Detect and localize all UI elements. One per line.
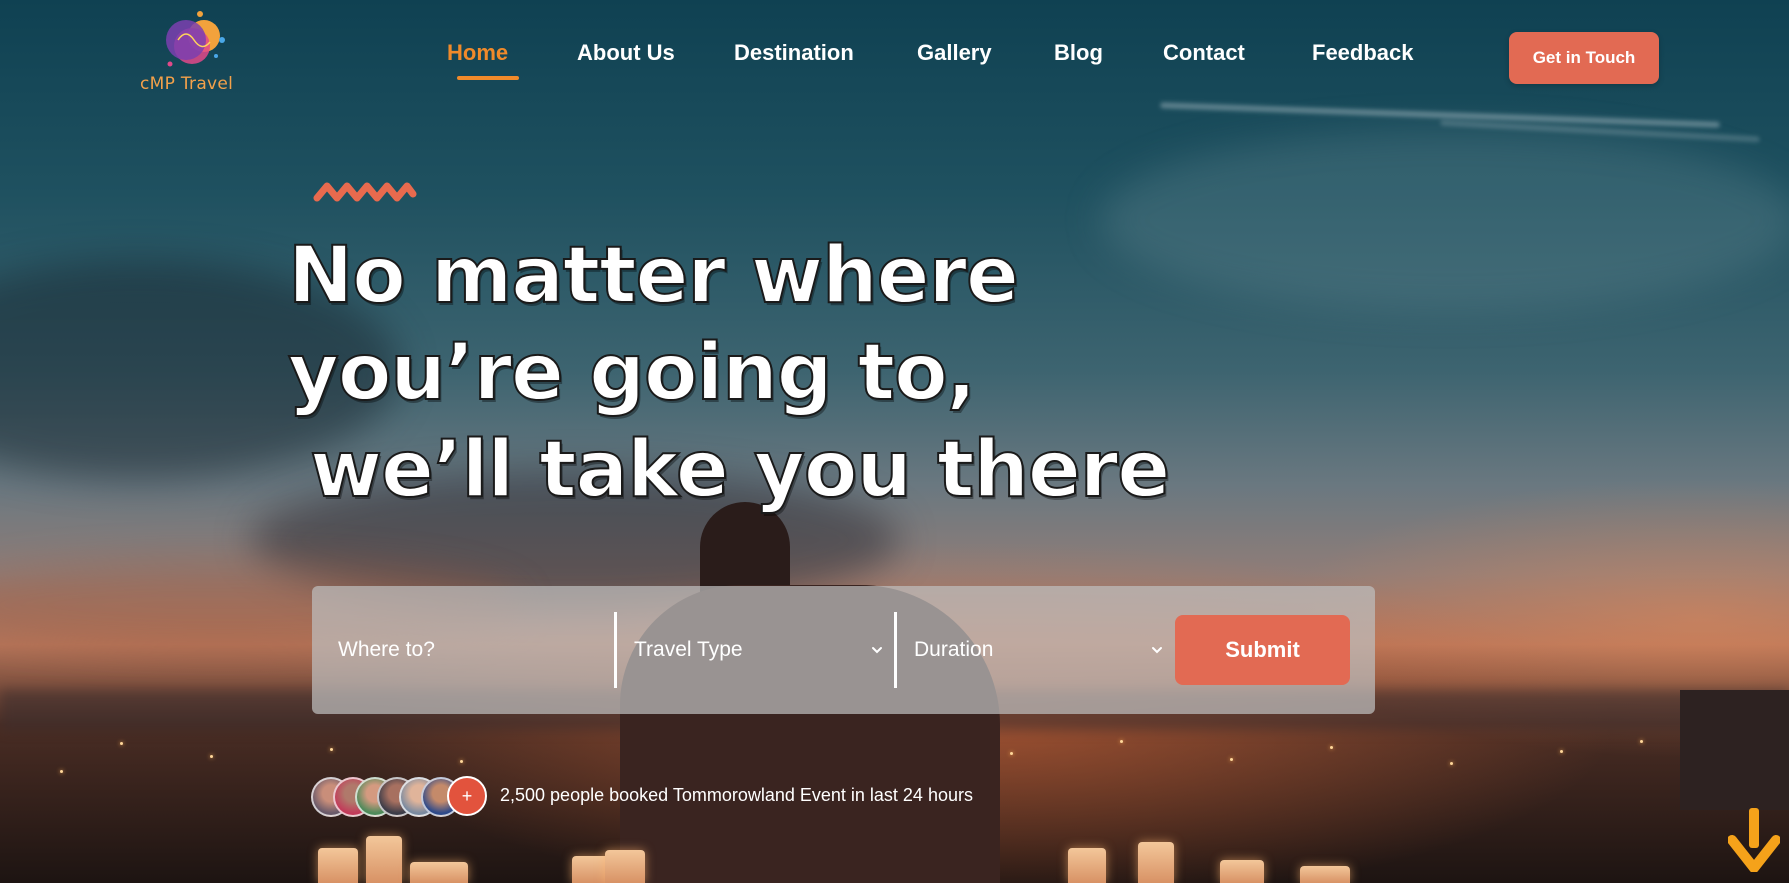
travel-type-label: Travel Type — [634, 638, 743, 661]
destination-field — [336, 610, 606, 690]
trip-search-panel: Travel Type Duration Submit — [312, 586, 1375, 714]
avatar-stack: + — [311, 775, 487, 817]
nav-item-label: Home — [447, 40, 509, 65]
nav-item-label: Contact — [1163, 40, 1245, 65]
travel-type-select[interactable]: Travel Type — [634, 610, 884, 690]
field-divider — [894, 612, 897, 688]
main-nav: Home About Us Destination Gallery Blog C… — [447, 40, 1432, 80]
nav-item-label: Gallery — [917, 40, 992, 65]
nav-item-label: Destination — [734, 40, 854, 65]
headline-line-3: we’ll take you there — [309, 424, 1171, 516]
social-proof: + 2,500 people booked Tommorowland Event… — [311, 775, 973, 817]
duration-label: Duration — [914, 638, 994, 661]
more-avatars-badge[interactable]: + — [447, 776, 487, 816]
chevron-down-icon — [1152, 647, 1162, 654]
zigzag-decoration-icon — [313, 182, 417, 202]
hero-headline: No matter where you’re going to, we’ll t… — [287, 228, 1171, 519]
nav-item-feedback[interactable]: Feedback — [1312, 40, 1432, 80]
nav-item-destination[interactable]: Destination — [734, 40, 917, 80]
get-in-touch-button[interactable]: Get in Touch — [1509, 32, 1659, 84]
nav-item-contact[interactable]: Contact — [1163, 40, 1312, 80]
submit-button[interactable]: Submit — [1175, 615, 1350, 685]
nav-item-label: About Us — [577, 40, 675, 65]
duration-select[interactable]: Duration — [914, 610, 1164, 690]
nav-item-home[interactable]: Home — [447, 40, 577, 80]
nav-item-label: Blog — [1054, 40, 1103, 65]
chevron-down-icon — [872, 647, 882, 654]
active-nav-indicator — [457, 76, 519, 80]
booking-stat-text: 2,500 people booked Tommorowland Event i… — [500, 784, 973, 805]
logo-mark-icon — [166, 11, 225, 67]
nav-item-blog[interactable]: Blog — [1054, 40, 1163, 80]
arrow-down-icon[interactable] — [1728, 806, 1780, 872]
nav-item-about-us[interactable]: About Us — [577, 40, 734, 80]
nav-item-gallery[interactable]: Gallery — [917, 40, 1054, 80]
where-to-input[interactable] — [336, 637, 606, 663]
nav-item-label: Feedback — [1312, 40, 1414, 65]
brand-name: cMP Travel — [140, 74, 234, 94]
field-divider — [614, 612, 617, 688]
headline-line-1: No matter where — [287, 230, 1020, 322]
headline-line-2: you’re going to, — [287, 327, 977, 419]
brand-logo[interactable]: cMP Travel — [138, 6, 238, 96]
